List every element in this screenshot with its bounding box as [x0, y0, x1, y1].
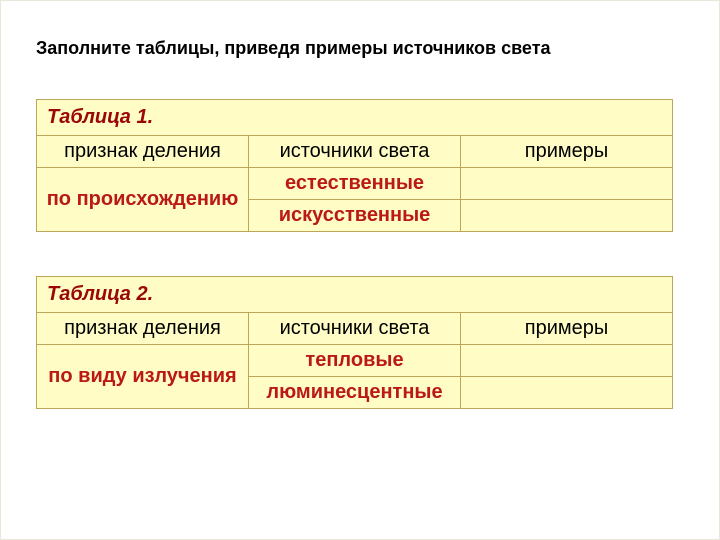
table-2-header-2: источники света [249, 313, 461, 345]
table-1: Таблица 1. признак деления источники све… [36, 99, 673, 232]
table-2-header-1: признак деления [37, 313, 249, 345]
table-1-header-row: признак деления источники света примеры [37, 136, 673, 168]
table-2-caption-row: Таблица 2. [37, 277, 673, 313]
table-2-header-3: примеры [461, 313, 673, 345]
table-1-header-2: источники света [249, 136, 461, 168]
spacer [36, 232, 684, 276]
table-1-row-1-example[interactable] [461, 168, 673, 200]
table-1-attribute: по происхождению [37, 168, 249, 232]
table-2-caption: Таблица 2. [37, 277, 673, 313]
table-2-row-1-example[interactable] [461, 345, 673, 377]
table-2-row-2-example[interactable] [461, 377, 673, 409]
table-2-row-1-source: тепловые [249, 345, 461, 377]
slide: Заполните таблицы, приведя примеры источ… [0, 0, 720, 540]
table-1-caption-row: Таблица 1. [37, 100, 673, 136]
table-2-row-2-source: люминесцентные [249, 377, 461, 409]
table-2-attribute: по виду излучения [37, 345, 249, 409]
table-1-header-1: признак деления [37, 136, 249, 168]
table-2-header-row: признак деления источники света примеры [37, 313, 673, 345]
table-2-row-1: по виду излучения тепловые [37, 345, 673, 377]
table-1-row-2-example[interactable] [461, 200, 673, 232]
table-2: Таблица 2. признак деления источники све… [36, 276, 673, 409]
table-1-caption: Таблица 1. [37, 100, 673, 136]
table-1-row-2-source: искусственные [249, 200, 461, 232]
table-1-row-1-source: естественные [249, 168, 461, 200]
table-1-row-1: по происхождению естественные [37, 168, 673, 200]
table-1-header-3: примеры [461, 136, 673, 168]
instruction-text: Заполните таблицы, приведя примеры источ… [36, 38, 684, 59]
